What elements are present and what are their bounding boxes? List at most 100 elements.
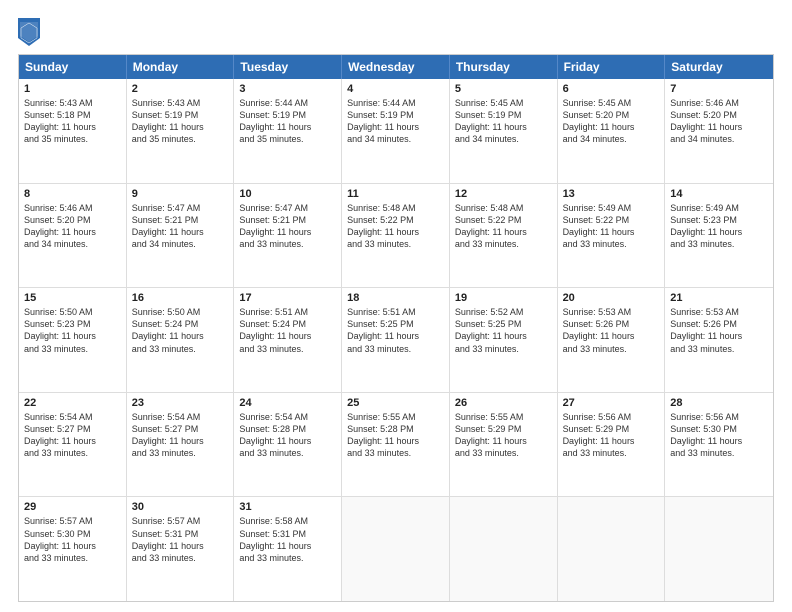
logo <box>18 18 44 46</box>
cal-cell-day-25: 25Sunrise: 5:55 AMSunset: 5:28 PMDayligh… <box>342 393 450 497</box>
cell-info: Sunrise: 5:45 AMSunset: 5:19 PMDaylight:… <box>455 97 552 146</box>
calendar-body: 1 Sunrise: 5:43 AMSunset: 5:18 PMDaylight… <box>19 79 773 601</box>
cell-info: Sunrise: 5:51 AMSunset: 5:24 PMDaylight:… <box>239 306 336 355</box>
cell-info: Sunrise: 5:46 AMSunset: 5:20 PMDaylight:… <box>670 97 768 146</box>
cell-info: Sunrise: 5:47 AMSunset: 5:21 PMDaylight:… <box>132 202 229 251</box>
day-number: 27 <box>563 397 660 409</box>
cal-cell-day-5: 5 Sunrise: 5:45 AMSunset: 5:19 PMDaylight… <box>450 79 558 183</box>
cal-cell-day-27: 27 Sunrise: 5:56 AMSunset: 5:29 PMDayligh… <box>558 393 666 497</box>
cal-cell-day-12: 12Sunrise: 5:48 AMSunset: 5:22 PMDayligh… <box>450 184 558 288</box>
cal-cell-day-21: 21 Sunrise: 5:53 AMSunset: 5:26 PMDayligh… <box>665 288 773 392</box>
day-number: 1 <box>24 83 121 95</box>
cal-cell-day-4: 4 Sunrise: 5:44 AMSunset: 5:19 PMDaylight… <box>342 79 450 183</box>
day-number: 9 <box>132 188 229 200</box>
cell-info: Sunrise: 5:45 AMSunset: 5:20 PMDaylight:… <box>563 97 660 146</box>
day-number: 2 <box>132 83 229 95</box>
cal-cell-day-14: 14 Sunrise: 5:49 AMSunset: 5:23 PMDayligh… <box>665 184 773 288</box>
cell-info: Sunrise: 5:46 AMSunset: 5:20 PMDaylight:… <box>24 202 121 251</box>
header-day-thursday: Thursday <box>450 55 558 79</box>
cal-cell-empty <box>342 497 450 601</box>
header <box>18 18 774 46</box>
cell-info: Sunrise: 5:55 AMSunset: 5:29 PMDaylight:… <box>455 411 552 460</box>
day-number: 8 <box>24 188 121 200</box>
day-number: 31 <box>239 501 336 513</box>
cal-cell-day-13: 13Sunrise: 5:49 AMSunset: 5:22 PMDayligh… <box>558 184 666 288</box>
cal-cell-day-1: 1 Sunrise: 5:43 AMSunset: 5:18 PMDaylight… <box>19 79 127 183</box>
calendar: SundayMondayTuesdayWednesdayThursdayFrid… <box>18 54 774 602</box>
day-number: 24 <box>239 397 336 409</box>
header-day-sunday: Sunday <box>19 55 127 79</box>
cal-row-4: 22Sunrise: 5:54 AMSunset: 5:27 PMDayligh… <box>19 392 773 497</box>
cell-info: Sunrise: 5:52 AMSunset: 5:25 PMDaylight:… <box>455 306 552 355</box>
cal-cell-day-30: 30 Sunrise: 5:57 AMSunset: 5:31 PMDayligh… <box>127 497 235 601</box>
cell-info: Sunrise: 5:56 AMSunset: 5:29 PMDaylight:… <box>563 411 660 460</box>
cal-cell-day-3: 3Sunrise: 5:44 AMSunset: 5:19 PMDaylight… <box>234 79 342 183</box>
cal-cell-day-20: 20 Sunrise: 5:53 AMSunset: 5:26 PMDayligh… <box>558 288 666 392</box>
cell-info: Sunrise: 5:57 AMSunset: 5:31 PMDaylight:… <box>132 515 229 564</box>
logo-icon <box>18 18 40 46</box>
cal-cell-day-26: 26 Sunrise: 5:55 AMSunset: 5:29 PMDayligh… <box>450 393 558 497</box>
cal-row-1: 1 Sunrise: 5:43 AMSunset: 5:18 PMDaylight… <box>19 79 773 183</box>
cal-cell-day-19: 19 Sunrise: 5:52 AMSunset: 5:25 PMDayligh… <box>450 288 558 392</box>
day-number: 5 <box>455 83 552 95</box>
day-number: 14 <box>670 188 768 200</box>
cal-cell-day-2: 2 Sunrise: 5:43 AMSunset: 5:19 PMDaylight… <box>127 79 235 183</box>
cell-info: Sunrise: 5:54 AMSunset: 5:28 PMDaylight:… <box>239 411 336 460</box>
day-number: 15 <box>24 292 121 304</box>
day-number: 7 <box>670 83 768 95</box>
day-number: 10 <box>239 188 336 200</box>
header-day-friday: Friday <box>558 55 666 79</box>
day-number: 19 <box>455 292 552 304</box>
cal-cell-day-18: 18 Sunrise: 5:51 AMSunset: 5:25 PMDayligh… <box>342 288 450 392</box>
day-number: 6 <box>563 83 660 95</box>
cell-info: Sunrise: 5:58 AMSunset: 5:31 PMDaylight:… <box>239 515 336 564</box>
day-number: 18 <box>347 292 444 304</box>
cell-info: Sunrise: 5:43 AMSunset: 5:19 PMDaylight:… <box>132 97 229 146</box>
day-number: 23 <box>132 397 229 409</box>
cell-info: Sunrise: 5:48 AMSunset: 5:22 PMDaylight:… <box>347 202 444 251</box>
cal-cell-day-24: 24 Sunrise: 5:54 AMSunset: 5:28 PMDayligh… <box>234 393 342 497</box>
cal-cell-day-11: 11 Sunrise: 5:48 AMSunset: 5:22 PMDayligh… <box>342 184 450 288</box>
cal-cell-day-17: 17 Sunrise: 5:51 AMSunset: 5:24 PMDayligh… <box>234 288 342 392</box>
cal-cell-day-15: 15 Sunrise: 5:50 AMSunset: 5:23 PMDayligh… <box>19 288 127 392</box>
day-number: 30 <box>132 501 229 513</box>
page: SundayMondayTuesdayWednesdayThursdayFrid… <box>0 0 792 612</box>
day-number: 11 <box>347 188 444 200</box>
day-number: 26 <box>455 397 552 409</box>
cell-info: Sunrise: 5:44 AMSunset: 5:19 PMDaylight:… <box>347 97 444 146</box>
cell-info: Sunrise: 5:53 AMSunset: 5:26 PMDaylight:… <box>670 306 768 355</box>
day-number: 28 <box>670 397 768 409</box>
cell-info: Sunrise: 5:49 AMSunset: 5:22 PMDaylight:… <box>563 202 660 251</box>
header-day-saturday: Saturday <box>665 55 773 79</box>
day-number: 4 <box>347 83 444 95</box>
cal-cell-empty <box>450 497 558 601</box>
cell-info: Sunrise: 5:54 AMSunset: 5:27 PMDaylight:… <box>24 411 121 460</box>
cell-info: Sunrise: 5:57 AMSunset: 5:30 PMDaylight:… <box>24 515 121 564</box>
day-number: 17 <box>239 292 336 304</box>
cal-cell-day-22: 22Sunrise: 5:54 AMSunset: 5:27 PMDayligh… <box>19 393 127 497</box>
day-number: 25 <box>347 397 444 409</box>
cal-cell-day-16: 16 Sunrise: 5:50 AMSunset: 5:24 PMDayligh… <box>127 288 235 392</box>
day-number: 3 <box>239 83 336 95</box>
cell-info: Sunrise: 5:49 AMSunset: 5:23 PMDaylight:… <box>670 202 768 251</box>
cal-cell-empty <box>665 497 773 601</box>
header-day-tuesday: Tuesday <box>234 55 342 79</box>
day-number: 20 <box>563 292 660 304</box>
day-number: 16 <box>132 292 229 304</box>
cell-info: Sunrise: 5:50 AMSunset: 5:24 PMDaylight:… <box>132 306 229 355</box>
cell-info: Sunrise: 5:43 AMSunset: 5:18 PMDaylight:… <box>24 97 121 146</box>
cal-cell-day-29: 29Sunrise: 5:57 AMSunset: 5:30 PMDayligh… <box>19 497 127 601</box>
cell-info: Sunrise: 5:54 AMSunset: 5:27 PMDaylight:… <box>132 411 229 460</box>
day-number: 12 <box>455 188 552 200</box>
cal-row-5: 29Sunrise: 5:57 AMSunset: 5:30 PMDayligh… <box>19 496 773 601</box>
cell-info: Sunrise: 5:53 AMSunset: 5:26 PMDaylight:… <box>563 306 660 355</box>
cell-info: Sunrise: 5:51 AMSunset: 5:25 PMDaylight:… <box>347 306 444 355</box>
cal-cell-day-7: 7 Sunrise: 5:46 AMSunset: 5:20 PMDaylight… <box>665 79 773 183</box>
header-day-monday: Monday <box>127 55 235 79</box>
cal-cell-day-10: 10Sunrise: 5:47 AMSunset: 5:21 PMDayligh… <box>234 184 342 288</box>
cal-cell-day-23: 23 Sunrise: 5:54 AMSunset: 5:27 PMDayligh… <box>127 393 235 497</box>
cal-cell-day-9: 9 Sunrise: 5:47 AMSunset: 5:21 PMDaylight… <box>127 184 235 288</box>
cell-info: Sunrise: 5:50 AMSunset: 5:23 PMDaylight:… <box>24 306 121 355</box>
cell-info: Sunrise: 5:56 AMSunset: 5:30 PMDaylight:… <box>670 411 768 460</box>
day-number: 21 <box>670 292 768 304</box>
